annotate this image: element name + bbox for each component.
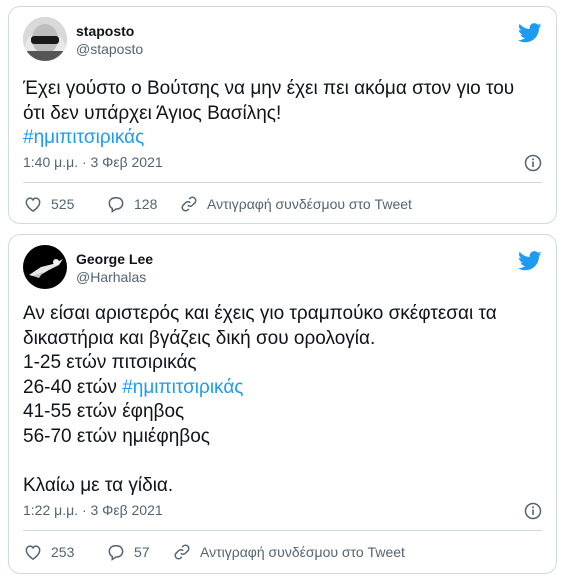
link-icon xyxy=(181,196,197,212)
tweet-actions: 525 128 Αντιγραφή συνδέσμου στο Tweet xyxy=(23,193,542,215)
reply-button[interactable]: 128 xyxy=(106,193,157,215)
hashtag-link[interactable]: #ημιπιτσιρικάς xyxy=(122,377,243,398)
reply-button[interactable]: 57 xyxy=(106,541,150,563)
divider xyxy=(23,530,542,531)
tweet-text-line: 1-25 ετών πιτσιρικάς xyxy=(23,352,197,373)
copy-link-label: Αντιγραφή συνδέσμου στο Tweet xyxy=(200,544,405,560)
tweet-text-line: ότι δεν υπάρχει Άγιος Βασίλης! xyxy=(23,102,282,124)
heart-icon xyxy=(25,545,41,560)
timestamp[interactable]: 1:22 μ.μ. · 3 Φεβ 2021 xyxy=(23,502,163,518)
tweet-actions: 253 57 Αντιγραφή συνδέσμου στο Tweet xyxy=(23,541,542,563)
copy-link-button[interactable]: Αντιγραφή συνδέσμου στο Tweet xyxy=(179,193,412,215)
copy-link-label: Αντιγραφή συνδέσμου στο Tweet xyxy=(207,196,412,212)
info-icon[interactable] xyxy=(524,502,542,520)
avatar[interactable] xyxy=(23,17,67,61)
user-handle[interactable]: @Harhalas xyxy=(76,268,153,286)
tweet-text-line: Αν είσαι αριστερός και έχεις γιο τραμπού… xyxy=(23,303,497,324)
twitter-bird-icon[interactable] xyxy=(518,23,542,43)
like-button[interactable]: 253 xyxy=(23,541,74,563)
reply-count: 57 xyxy=(134,544,150,560)
copy-link-button[interactable]: Αντιγραφή συνδέσμου στο Tweet xyxy=(172,541,405,563)
tweet-header: George Lee @Harhalas xyxy=(23,245,542,293)
tweet-text-line: 26-40 ετών #ημιπιτσιρικάς xyxy=(23,376,542,401)
tweet-card[interactable]: George Lee @Harhalas Αν είσαι αριστερός … xyxy=(8,234,557,574)
tweet-text: Έχει γούστο ο Βούτσης να μην έχει πει ακ… xyxy=(23,77,542,151)
like-count: 253 xyxy=(51,544,75,560)
tweet-text: Αν είσαι αριστερός και έχεις γιο τραμπού… xyxy=(23,302,542,498)
reply-count: 128 xyxy=(134,196,158,212)
tweet-text-line: 41-55 ετών έφηβος xyxy=(23,401,185,422)
hashtag-link[interactable]: #ημιπιτσιρικάς xyxy=(23,126,542,151)
timestamp[interactable]: 1:40 μ.μ. · 3 Φεβ 2021 xyxy=(23,154,163,170)
reply-icon xyxy=(108,197,124,213)
divider xyxy=(23,182,542,183)
like-button[interactable]: 525 xyxy=(23,193,74,215)
tweet-text-line: 56-70 ετών ημιέφηβος xyxy=(23,425,210,447)
tweet-text-fragment: 26-40 ετών xyxy=(23,376,123,398)
user-handle[interactable]: @staposto xyxy=(76,40,143,58)
link-icon xyxy=(174,544,190,560)
avatar[interactable] xyxy=(23,245,67,289)
display-name[interactable]: George Lee xyxy=(76,250,153,268)
tweet-header: staposto @staposto xyxy=(23,17,542,65)
tweet-text-line: δικαστήρια και βγάζεις δική σου ορολογία… xyxy=(23,327,376,349)
heart-icon xyxy=(25,197,41,212)
tweet-card[interactable]: staposto @staposto Έχει γούστο ο Βούτσης… xyxy=(8,6,557,224)
reply-icon xyxy=(108,545,124,561)
like-count: 525 xyxy=(51,196,75,212)
display-name[interactable]: staposto xyxy=(76,22,143,40)
twitter-bird-icon[interactable] xyxy=(518,251,542,271)
tweet-text-line: Κλαίω με τα γίδια. xyxy=(23,474,174,496)
info-icon[interactable] xyxy=(524,154,542,172)
tweet-text-line: Έχει γούστο ο Βούτσης να μην έχει πει ακ… xyxy=(23,78,515,99)
